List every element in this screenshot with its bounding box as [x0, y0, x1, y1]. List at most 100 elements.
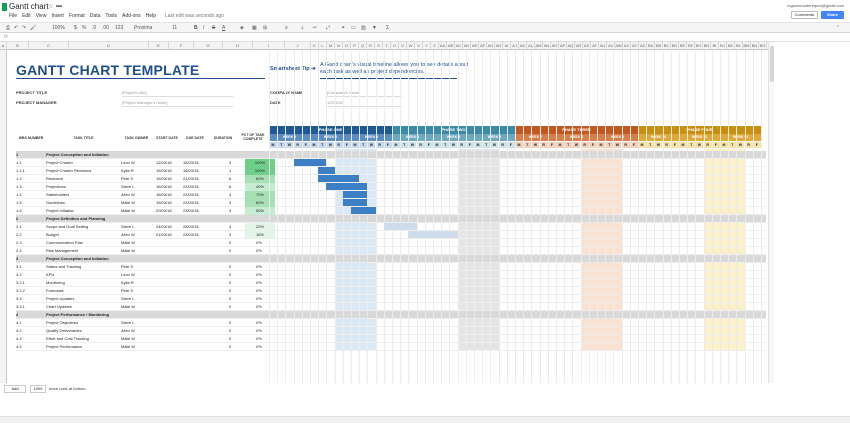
column-header-bj[interactable]: BJ [719, 42, 727, 50]
column-header-m[interactable]: M [327, 42, 335, 50]
document-title[interactable]: Gantt chart [9, 2, 49, 11]
due-date-cell[interactable]: 22/03/18 [183, 191, 199, 199]
duration-cell[interactable]: 0 [229, 303, 231, 311]
task-owner-cell[interactable]: Malik M [121, 303, 135, 311]
start-date-cell[interactable]: 20/03/18 [156, 207, 172, 215]
redo-icon[interactable]: ↷ [22, 25, 26, 31]
zoom-select[interactable]: 100% [52, 25, 65, 31]
folder-icon[interactable]: ▬ [56, 3, 62, 9]
duration-cell[interactable]: 0 [229, 327, 231, 335]
task-owner-cell[interactable]: Kylie R [121, 279, 134, 287]
column-header-aw[interactable]: AW [615, 42, 623, 50]
due-date-cell[interactable]: 16/03/18 [183, 167, 199, 175]
task-owner-cell[interactable]: Steve L [121, 319, 135, 327]
column-header-at[interactable]: AT [591, 42, 599, 50]
column-header-az[interactable]: AZ [639, 42, 647, 50]
wbs-cell[interactable]: 4.2 [16, 327, 22, 335]
text-color-button[interactable]: A [222, 25, 225, 31]
column-header-bd[interactable]: BD [671, 42, 679, 50]
add-rows-button[interactable]: Add [4, 385, 26, 393]
duration-cell[interactable]: 3 [229, 159, 231, 167]
task-title-cell[interactable]: Project Updates [46, 295, 74, 303]
wbs-cell[interactable]: 4.1 [16, 319, 22, 327]
column-header-ap[interactable]: AP [559, 42, 567, 50]
functions-button[interactable]: Σ [386, 25, 389, 31]
start-date-cell[interactable]: 24/03/18 [156, 223, 172, 231]
pct-complete-cell[interactable]: 16% [245, 231, 275, 239]
task-title-cell[interactable]: Communication Plan [46, 239, 83, 247]
due-date-cell[interactable]: 15/03/18 [183, 159, 199, 167]
column-header-d[interactable]: D [69, 42, 149, 50]
menu-edit[interactable]: Edit [22, 13, 31, 19]
column-header-l[interactable]: L [319, 42, 327, 50]
pct-complete-cell[interactable]: 40% [245, 183, 275, 191]
column-header-aj[interactable]: AJ [511, 42, 519, 50]
wbs-cell[interactable]: 3.1 [16, 263, 22, 271]
text-rotation-icon[interactable]: ⤢ [326, 25, 330, 31]
column-header-ax[interactable]: AX [623, 42, 631, 50]
menu-data[interactable]: Data [90, 13, 101, 19]
wbs-cell[interactable]: 3 [16, 255, 18, 263]
column-header-ag[interactable]: AG [487, 42, 495, 50]
column-header-g[interactable]: G [194, 42, 223, 50]
duration-cell[interactable]: 0 [229, 343, 231, 351]
task-owner-cell[interactable]: Kylie R [121, 167, 134, 175]
column-header-bc[interactable]: BC [663, 42, 671, 50]
font-size-select[interactable]: 11 [172, 25, 177, 31]
comments-button[interactable]: Comments [790, 11, 818, 19]
task-title-cell[interactable]: Research [46, 175, 63, 183]
due-date-cell[interactable]: 23/03/18 [183, 207, 199, 215]
share-button[interactable]: Share [821, 11, 844, 19]
task-title-cell[interactable]: Forecasts [46, 287, 64, 295]
duration-cell[interactable]: 3 [229, 199, 231, 207]
wbs-cell[interactable]: 3.2.1 [16, 279, 25, 287]
duration-cell[interactable]: 4 [229, 223, 231, 231]
pct-complete-cell[interactable]: 100% [245, 159, 275, 167]
vertical-align-icon[interactable]: ⊥ [300, 25, 304, 31]
wbs-cell[interactable]: 2.1 [16, 223, 22, 231]
column-header-ay[interactable]: AY [631, 42, 639, 50]
task-title-cell[interactable]: Monitoring [46, 279, 65, 287]
pct-complete-cell[interactable]: 0% [256, 263, 262, 271]
task-owner-cell[interactable]: Steve L [121, 183, 135, 191]
wbs-cell[interactable]: 1.4 [16, 191, 22, 199]
wbs-cell[interactable]: 4 [16, 311, 18, 319]
column-header-ae[interactable]: AE [471, 42, 479, 50]
due-date-cell[interactable]: 24/03/18 [183, 231, 199, 239]
column-header-ab[interactable]: AB [447, 42, 455, 50]
insert-comment-icon[interactable]: ▭ [351, 25, 356, 31]
currency-format-button[interactable]: $ [74, 25, 77, 31]
duration-cell[interactable]: 6 [229, 183, 231, 191]
start-date-cell[interactable]: 15/03/18 [156, 167, 172, 175]
gantt-bar[interactable] [351, 207, 376, 214]
task-title-cell[interactable]: Project Charter Revisions [46, 167, 91, 175]
duration-cell[interactable]: 3 [229, 231, 231, 239]
column-header-bm[interactable]: BM [743, 42, 751, 50]
duration-cell[interactable]: 0 [229, 287, 231, 295]
last-edit-status[interactable]: Last edit was seconds ago [165, 13, 224, 19]
print-icon[interactable]: ⎙ [6, 25, 10, 31]
duration-cell[interactable]: 0 [229, 263, 231, 271]
duration-cell[interactable]: 0 [229, 247, 231, 255]
task-owner-cell[interactable]: Leon W [121, 271, 135, 279]
task-title-cell[interactable]: Project Charter [46, 159, 73, 167]
task-title-cell[interactable]: Project Objectives [46, 319, 78, 327]
project-manager-value[interactable]: [Project Manager's name] [122, 100, 167, 105]
task-owner-cell[interactable]: Allen W [121, 191, 135, 199]
column-header-a[interactable]: A [0, 42, 7, 50]
pct-complete-cell[interactable]: 0% [256, 303, 262, 311]
more-formats-select[interactable]: 123 [115, 25, 123, 31]
gantt-bar[interactable] [408, 231, 458, 238]
gantt-bar[interactable] [383, 223, 417, 230]
decrease-decimal-button[interactable]: .0 [92, 25, 96, 31]
column-header-an[interactable]: AN [543, 42, 551, 50]
due-date-cell[interactable]: 28/03/18 [183, 223, 199, 231]
percent-format-button[interactable]: % [82, 25, 86, 31]
column-header-am[interactable]: AM [535, 42, 543, 50]
column-header-i[interactable]: I [253, 42, 285, 50]
column-header-ar[interactable]: AR [575, 42, 583, 50]
sheets-logo-icon[interactable] [2, 3, 7, 11]
gantt-bar[interactable] [318, 167, 335, 174]
italic-button[interactable]: I [203, 25, 204, 31]
column-header-be[interactable]: BE [679, 42, 687, 50]
